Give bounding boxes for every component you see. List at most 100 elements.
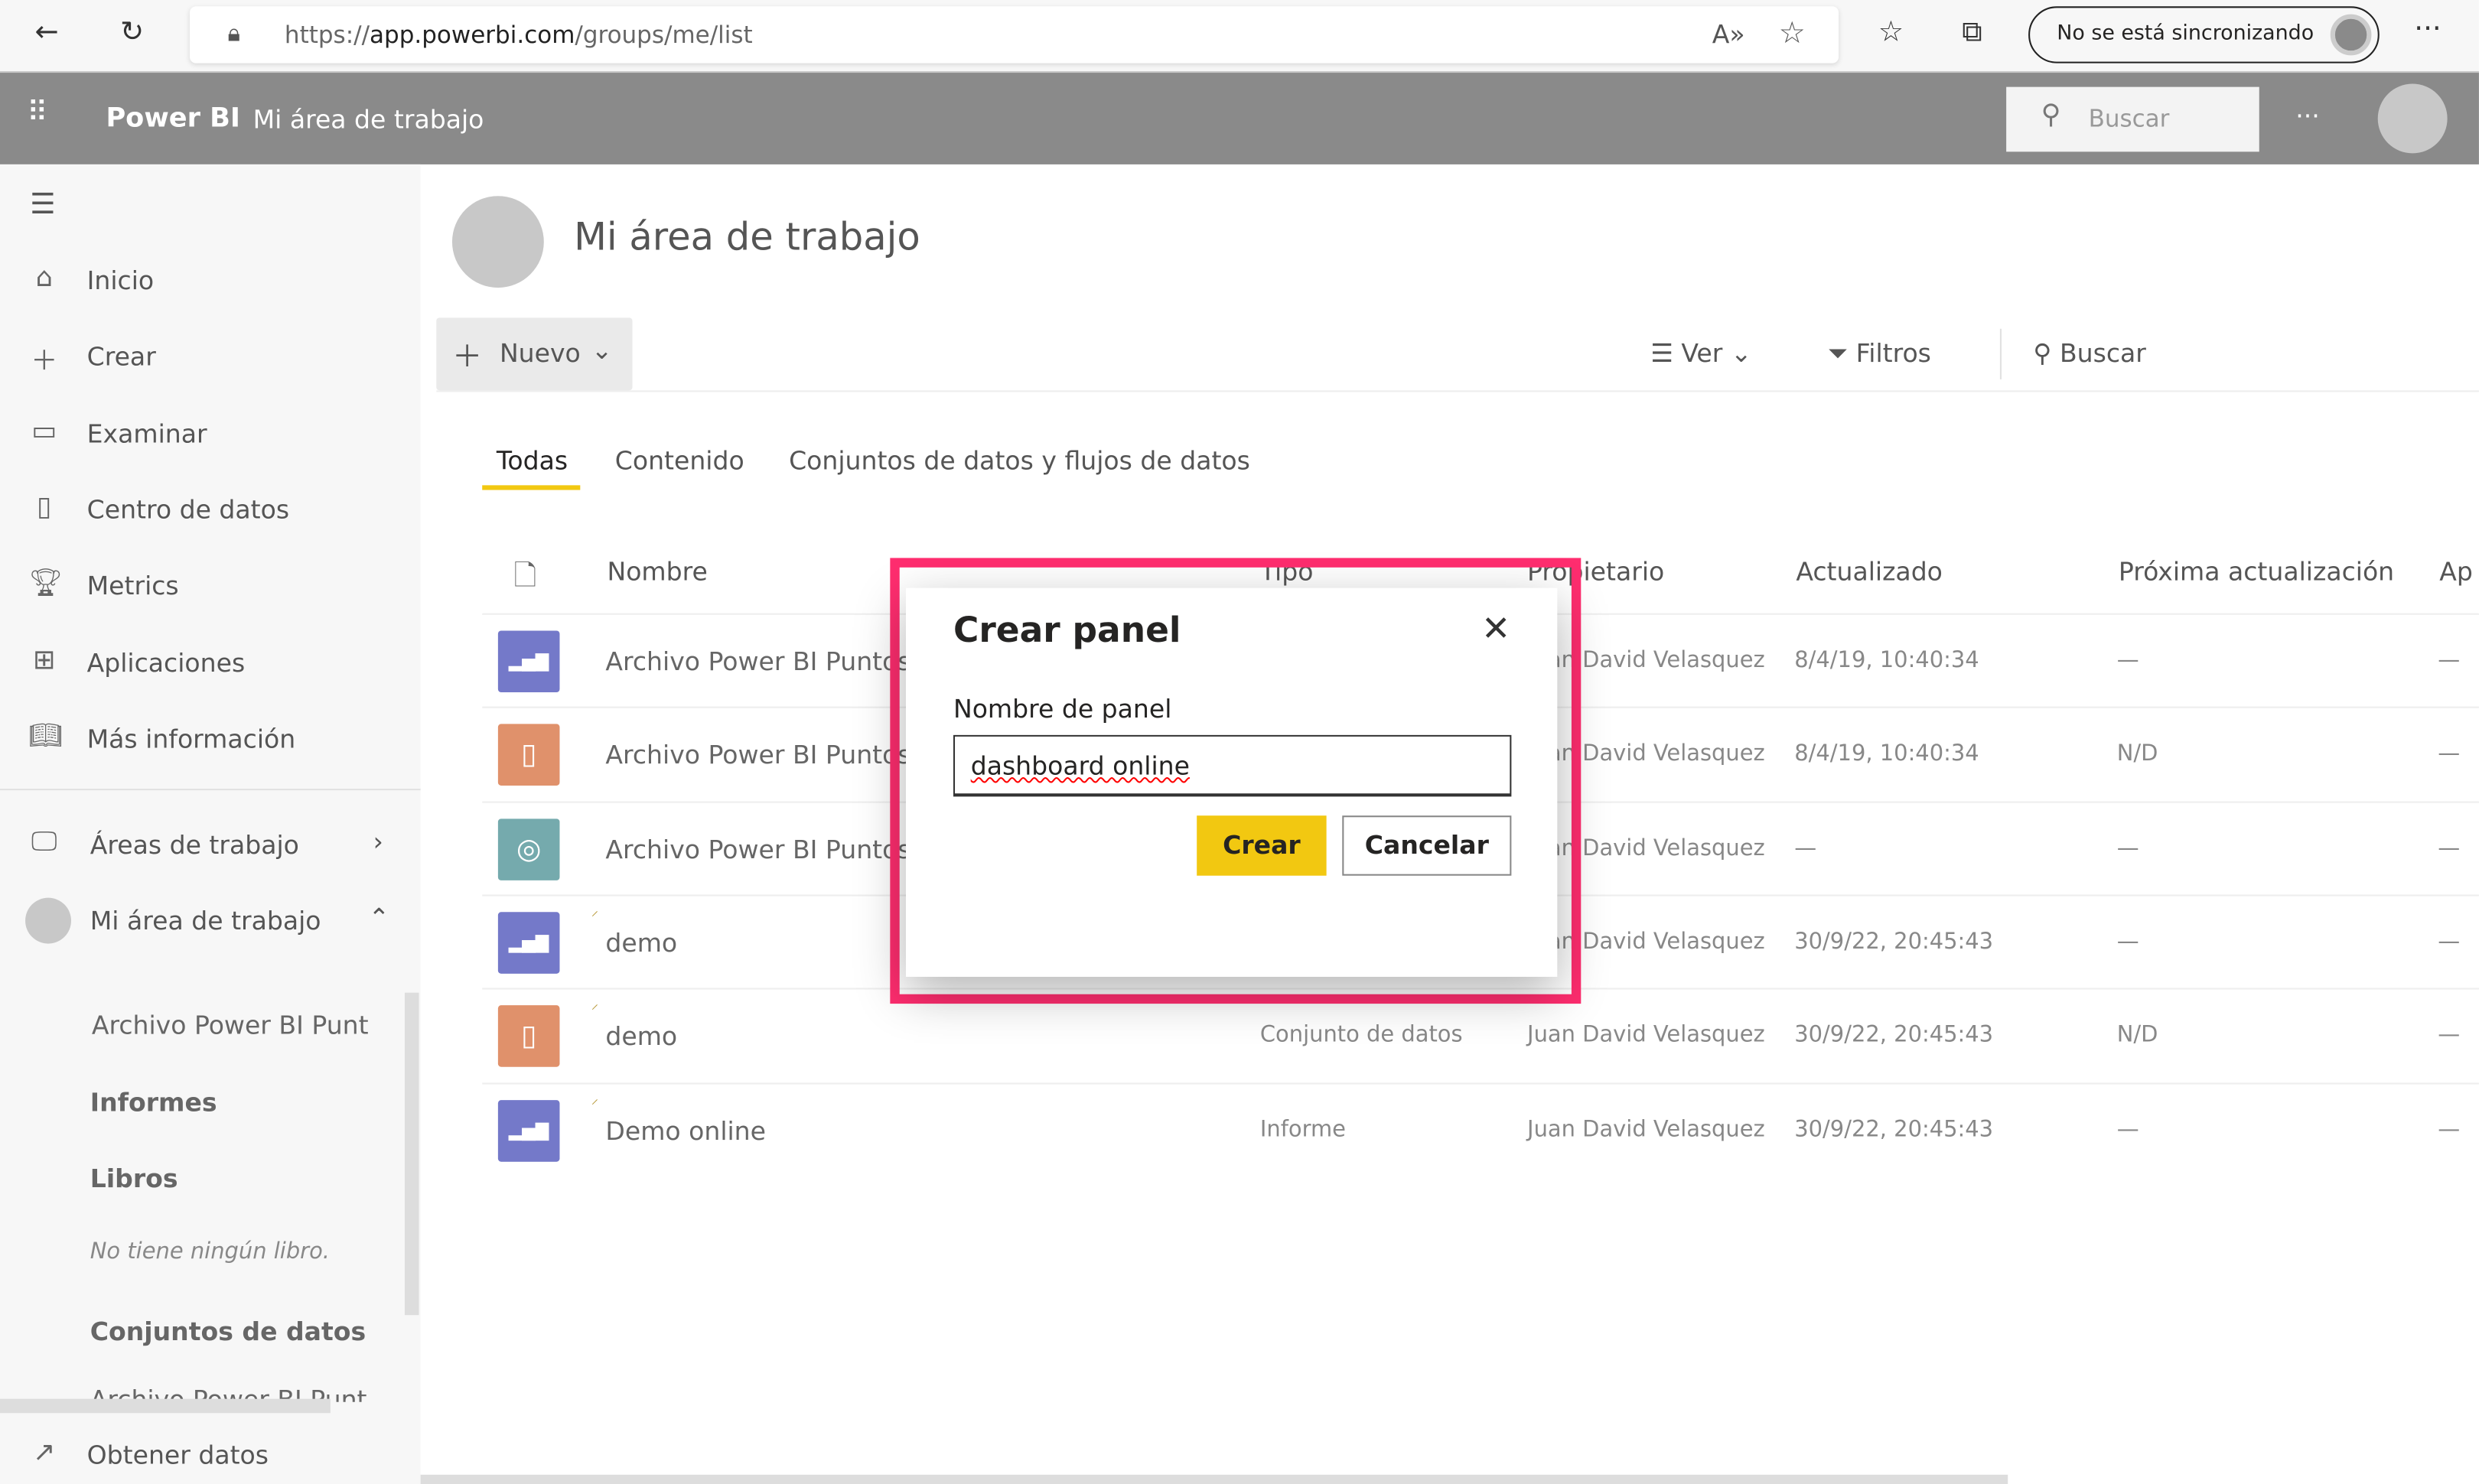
item-next-refresh: — (2116, 1116, 2139, 1142)
chevron-down-icon: ⌄ (591, 335, 613, 366)
cancel-button[interactable]: Cancelar (1342, 815, 1512, 876)
report-icon: ▂▅▇ (497, 1099, 560, 1161)
dashboard-name-input[interactable]: dashboard online (953, 734, 1512, 797)
column-header-nombre[interactable]: Nombre (607, 556, 707, 586)
item-name-link[interactable]: Archivo Power BI Puntos (605, 834, 910, 864)
back-icon[interactable]: ← (34, 16, 58, 49)
sidebar-item-obtener-datos[interactable]: ↗ Obtener datos (0, 1424, 421, 1484)
sidebar-item-metrics[interactable]: 🏆︎ Metrics (0, 555, 421, 618)
item-updated: 30/9/22, 20:45:43 (1794, 929, 1994, 955)
tab-conjuntos[interactable]: Conjuntos de datos y flujos de datos (789, 446, 1250, 476)
sidebar-item-mas-informacion[interactable]: 📖︎ Más información (0, 708, 421, 772)
sidebar-item-inicio[interactable]: ⌂ Inicio (0, 249, 421, 313)
sidebar-sub-conjuntos: Conjuntos de datos (90, 1316, 366, 1347)
app-header: ⠿ Power BI Mi área de trabajo ⚲ Buscar ··… (0, 73, 2479, 164)
item-updated: 30/9/22, 20:45:43 (1794, 1023, 1994, 1049)
app-launcher-icon[interactable]: ⠿ (27, 96, 47, 129)
sidebar-item-centro-datos[interactable]: ▯ Centro de datos (0, 479, 421, 542)
item-ap: — (2438, 741, 2461, 767)
tab-contenido[interactable]: Contenido (615, 446, 744, 476)
breadcrumb[interactable]: Mi área de trabajo (253, 104, 484, 134)
profile-sync-button[interactable]: No se está sincronizando (2028, 6, 2380, 63)
field-label: Nombre de panel (953, 694, 1172, 724)
filter-icon: ⏷ (1827, 338, 1849, 369)
refresh-icon[interactable]: ↻ (120, 16, 144, 49)
browser-menu-icon[interactable]: ··· (2414, 13, 2441, 46)
chevron-right-icon: › (373, 826, 383, 857)
divider (1999, 328, 2002, 379)
item-ap: — (2438, 929, 2461, 955)
sidebar-sub-libros: Libros (90, 1163, 178, 1194)
item-type: Conjunto de datos (1259, 1023, 1463, 1049)
sidebar-item-areas-trabajo[interactable]: 🖵︎ Áreas de trabajo › (0, 814, 421, 877)
new-button[interactable]: ＋ Nuevo ⌄ (436, 317, 633, 391)
divider (436, 390, 2479, 392)
lock-icon: 🔒︎ (227, 18, 241, 47)
search-input[interactable]: ⚲ Buscar (2006, 86, 2259, 152)
tab-todas[interactable]: Todas (497, 446, 568, 476)
dataset-icon: ▯ (497, 724, 560, 786)
report-icon: ▂▅▇ (497, 630, 560, 693)
more-icon[interactable]: ··· (2295, 101, 2320, 131)
tab-active-indicator (482, 485, 581, 490)
item-ap: — (2438, 1116, 2461, 1142)
item-name-link[interactable]: demo (605, 928, 677, 958)
address-bar[interactable]: 🔒︎ https://app.powerbi.com/groups/me/lis… (189, 6, 1839, 63)
item-type: Informe (1259, 1116, 1346, 1142)
hamburger-icon[interactable]: ☰ (30, 188, 55, 221)
no-workbooks-text: No tiene ningún libro. (90, 1238, 330, 1265)
column-header-proxima[interactable]: Próxima actualización (2119, 556, 2394, 586)
item-owner: Juan David Velasquez (1527, 1023, 1765, 1049)
dashboard-icon: ◎ (497, 818, 560, 880)
arrow-up-right-icon: ↗ (33, 1437, 56, 1469)
read-aloud-icon[interactable]: A» (1712, 19, 1745, 49)
chevron-up-icon: ⌃ (368, 902, 390, 933)
browser-toolbar: ← ↻ 🔒︎ https://app.powerbi.com/groups/me… (0, 0, 2479, 73)
url-text: https://app.powerbi.com/groups/me/list (284, 20, 753, 50)
item-name-link[interactable]: demo (605, 1021, 677, 1051)
column-header-ap[interactable]: Ap (2439, 556, 2473, 586)
search-icon: ⚲ (2041, 99, 2061, 132)
item-updated: — (1794, 835, 1817, 861)
item-name-link[interactable]: Archivo Power BI Puntos (605, 740, 910, 770)
filters-button[interactable]: ⏷ Filtros (1828, 338, 1931, 369)
item-next-refresh: — (2116, 929, 2139, 955)
sidebar-hscrollbar[interactable] (0, 1398, 331, 1414)
sidebar-item-aplicaciones[interactable]: ⊞ Aplicaciones (0, 633, 421, 696)
row-divider (482, 1082, 2479, 1084)
column-header-actualizado[interactable]: Actualizado (1796, 556, 1943, 586)
main-hscrollbar[interactable] (420, 1474, 2008, 1484)
item-ap: — (2438, 648, 2461, 674)
new-item-icon: ⸝ (591, 1091, 599, 1108)
plus-icon: ＋ (31, 346, 58, 378)
user-avatar[interactable] (2377, 83, 2448, 154)
view-button[interactable]: ☰ Ver ⌄ (1650, 338, 1751, 368)
create-dashboard-dialog: Crear panel ✕ Nombre de panel dashboard … (905, 587, 1558, 977)
apps-icon: ⊞ (33, 645, 56, 677)
new-item-icon: ⸝ (591, 903, 599, 920)
item-name-link[interactable]: Demo online (605, 1115, 766, 1145)
dataset-icon: ▯ (497, 1005, 560, 1068)
close-icon[interactable]: ✕ (1481, 610, 1510, 650)
item-name-link[interactable]: Archivo Power BI Puntos (605, 646, 910, 676)
home-icon: ⌂ (35, 262, 53, 295)
sidebar-sub-file[interactable]: Archivo Power BI Punt (92, 1010, 369, 1040)
file-type-icon: 🗋︎ (513, 559, 537, 593)
item-next-refresh: — (2116, 835, 2139, 861)
sidebar-scrollbar[interactable] (404, 992, 419, 1316)
sidebar-item-examinar[interactable]: ▭ Examinar (0, 403, 421, 467)
add-favorite-icon[interactable]: ☆ (1779, 16, 1806, 50)
sidebar-item-crear[interactable]: ＋ Crear (0, 326, 421, 389)
main-search-button[interactable]: ⚲ Buscar (2033, 338, 2146, 368)
create-button[interactable]: Crear (1197, 815, 1327, 876)
report-icon: ▂▅▇ (497, 912, 560, 974)
collections-icon[interactable]: ⧉ (1962, 16, 1982, 49)
sidebar-item-mi-area[interactable]: Mi área de trabajo ⌃ (0, 890, 421, 953)
plus-icon: ＋ (451, 340, 483, 375)
sidebar-sub-informes: Informes (90, 1087, 217, 1118)
favorites-icon[interactable]: ☆ (1878, 16, 1904, 49)
new-item-icon: ⸝ (591, 997, 599, 1014)
app-name[interactable]: Power BI (106, 103, 240, 134)
sidebar: ☰ ⌂ Inicio ＋ Crear ▭ Examinar ▯ Centro de da… (0, 164, 421, 1484)
profile-avatar (2330, 14, 2372, 56)
